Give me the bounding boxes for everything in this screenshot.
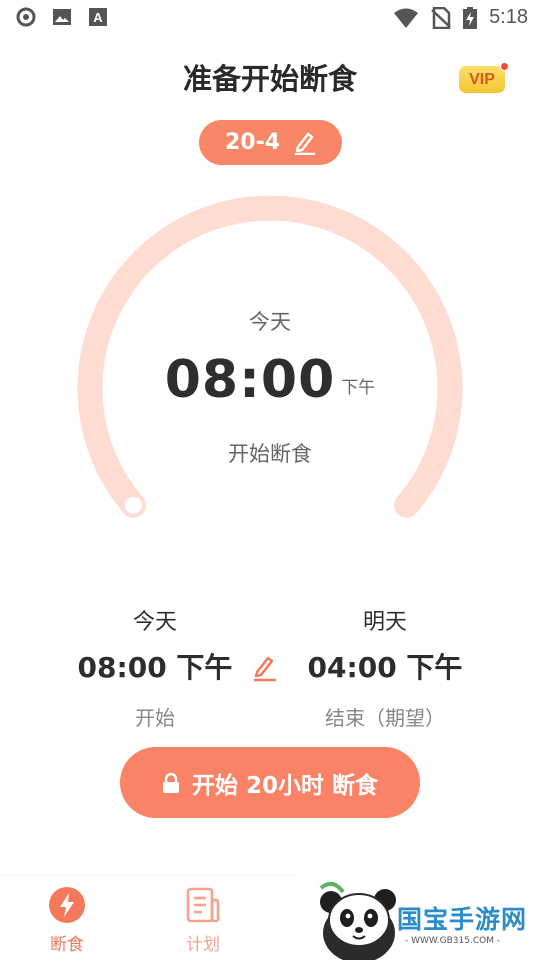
plan-chip[interactable]: 20-4 (199, 120, 342, 165)
ring-knob (124, 496, 142, 514)
no-sim-icon (431, 6, 451, 29)
plan-label: 20-4 (224, 130, 281, 155)
watermark: 国宝手游网 - WWW.GB315.COM - (297, 870, 540, 960)
status-time: 5:18 (489, 6, 528, 28)
watermark-text: 国宝手游网 (397, 905, 528, 934)
battery-charging-icon (463, 6, 478, 29)
ring-time-display: 08:00 下午 (0, 350, 540, 410)
lightning-icon (49, 887, 85, 923)
plan-list-icon (186, 887, 220, 923)
end-label: 结束（期望） (325, 706, 445, 730)
nav-label-fasting: 断食 (50, 935, 84, 955)
start-day: 今天 (132, 610, 177, 635)
end-day: 明天 (362, 610, 407, 635)
end-time: 04:00 下午 (307, 651, 463, 684)
nav-item-plan[interactable]: 计划 (158, 886, 248, 955)
vip-badge[interactable]: VIP (459, 62, 509, 93)
ring-day-label: 今天 (249, 310, 291, 334)
a-box-icon: A (89, 8, 107, 26)
pencil-icon (294, 132, 316, 155)
svg-text:A: A (93, 10, 103, 25)
nav-item-fasting[interactable]: 断食 (22, 886, 112, 955)
circle-g-icon (16, 7, 36, 27)
image-icon (53, 9, 71, 25)
ring-ampm: 下午 (341, 378, 376, 398)
edit-start-time-icon[interactable] (252, 654, 278, 682)
lock-icon (162, 772, 179, 793)
notification-dot (500, 62, 509, 71)
start-label: 开始 (135, 706, 175, 730)
start-button-label: 开始 20小时 断食 (191, 772, 379, 799)
ring-caption: 开始断食 (228, 442, 312, 466)
watermark-url: - WWW.GB315.COM - (405, 936, 501, 946)
panda-logo-icon (319, 881, 396, 960)
start-fasting-button[interactable]: 开始 20小时 断食 (120, 747, 420, 818)
nav-label-plan: 计划 (186, 935, 220, 955)
status-bar: A 5:18 (0, 0, 540, 36)
ring-time: 08:00 (164, 350, 336, 410)
wifi-icon (394, 8, 419, 28)
vip-label: VIP (469, 71, 495, 88)
start-time[interactable]: 08:00 下午 (60, 646, 250, 686)
